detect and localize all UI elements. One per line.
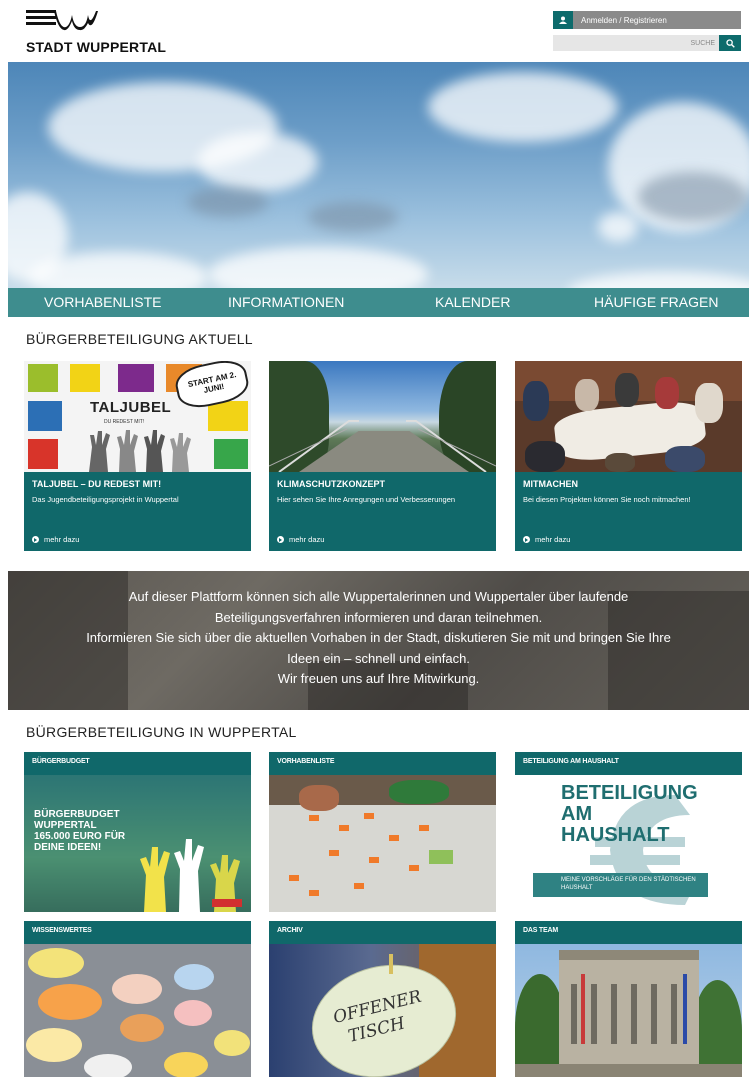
budget-line: BÜRGERBUDGET xyxy=(34,809,120,820)
haushalt-line: AM xyxy=(561,803,593,825)
viewing-platform-image xyxy=(269,361,496,472)
more-link[interactable]: mehr dazu xyxy=(277,535,324,544)
more-label: mehr dazu xyxy=(535,535,571,544)
offener-tisch-image: OFFENER TISCH xyxy=(269,944,496,1077)
workshop-photo-image xyxy=(515,361,742,472)
info-line: Wir freuen uns auf Ihre Mitwirkung. xyxy=(277,671,480,686)
card-title: KLIMASCHUTZKONZEPT xyxy=(277,479,385,489)
budget-line: WUPPERTAL xyxy=(34,820,97,831)
more-link[interactable]: mehr dazu xyxy=(32,535,79,544)
tile-label: BETEILIGUNG AM HAUSHALT xyxy=(515,752,742,775)
section-title-aktuell: BÜRGERBETEILIGUNG AKTUELL xyxy=(26,331,253,347)
card-title: MITMACHEN xyxy=(523,479,578,489)
tile-label: VORHABENLISTE xyxy=(269,752,496,775)
card-description: Hier sehen Sie Ihre Anregungen und Verbe… xyxy=(277,495,456,504)
tile-beteiligung-haushalt[interactable]: BETEILIGUNG AM HAUSHALT BETEILIGUNG AM H… xyxy=(515,752,742,912)
haushalt-line: BETEILIGUNG xyxy=(561,782,698,804)
main-navigation: VORHABENLISTE INFORMATIONEN KALENDER HÄU… xyxy=(8,288,749,317)
nav-item-haeufige-fragen[interactable]: HÄUFIGE FRAGEN xyxy=(594,294,718,310)
info-line: Ideen ein – schnell und einfach. xyxy=(287,650,470,666)
haushalt-subtext: MEINE VORSCHLÄGE FÜR DEN STÄDTISCHEN HAU… xyxy=(561,877,696,891)
notes-board-image xyxy=(24,944,251,1077)
arrow-circle-icon xyxy=(277,536,284,543)
nav-item-kalender[interactable]: KALENDER xyxy=(435,294,510,310)
buergerbudget-image: BÜRGERBUDGET WUPPERTAL 165.000 EURO FÜR … xyxy=(24,775,251,912)
more-label: mehr dazu xyxy=(289,535,325,544)
tile-label: WISSENSWERTES xyxy=(24,921,251,944)
card-description: Bei diesen Projekten können Sie noch mit… xyxy=(523,495,691,504)
search-input[interactable] xyxy=(559,35,719,51)
haushalt-line: HAUSHALT xyxy=(561,824,670,846)
search-button[interactable] xyxy=(719,35,741,51)
taljubel-poster-image: TALJUBEL DU REDEST MIT! START AM 2. JUNI… xyxy=(24,361,251,472)
info-line: Beteiligungsverfahren informieren und da… xyxy=(214,609,543,625)
poster-subtitle: DU REDEST MIT! xyxy=(104,419,145,425)
login-register-button[interactable]: Anmelden / Registrieren xyxy=(553,11,741,29)
nav-item-informationen[interactable]: INFORMATIONEN xyxy=(228,294,344,310)
more-link[interactable]: mehr dazu xyxy=(523,535,570,544)
info-line: Informieren Sie sich über die aktuellen … xyxy=(86,630,671,645)
tile-label: ARCHIV xyxy=(269,921,496,944)
card-taljubel[interactable]: TALJUBEL DU REDEST MIT! START AM 2. JUNI… xyxy=(24,361,251,551)
budget-line: DEINE IDEEN! xyxy=(34,842,102,853)
hands-icon xyxy=(89,430,191,472)
tile-das-team[interactable]: DAS TEAM xyxy=(515,921,742,1077)
haushalt-image: BETEILIGUNG AM HAUSHALT MEINE VORSCHLÄGE… xyxy=(515,775,742,912)
arrow-circle-icon xyxy=(523,536,530,543)
info-banner: Auf dieser Plattform können sich alle Wu… xyxy=(8,571,749,710)
search-bar xyxy=(553,35,741,51)
card-description: Das Jugendbeteiligungsprojekt in Wuppert… xyxy=(32,495,179,504)
tile-archiv[interactable]: ARCHIV OFFENER TISCH xyxy=(269,921,496,1077)
tile-label: BÜRGERBUDGET xyxy=(24,752,251,775)
town-hall-image xyxy=(515,944,742,1077)
card-mitmachen[interactable]: MITMACHEN Bei diesen Projekten können Si… xyxy=(515,361,742,551)
card-klimaschutzkonzept[interactable]: KLIMASCHUTZKONZEPT Hier sehen Sie Ihre A… xyxy=(269,361,496,551)
section-title-wuppertal: BÜRGERBETEILIGUNG IN WUPPERTAL xyxy=(26,724,297,740)
budget-line: 165.000 EURO FÜR xyxy=(34,831,126,842)
city-map-image xyxy=(269,775,496,912)
hero-sky-image xyxy=(8,62,749,288)
card-title: TALJUBEL – DU REDEST MIT! xyxy=(32,479,162,489)
info-line: Auf dieser Plattform können sich alle Wu… xyxy=(128,589,629,604)
nav-item-vorhabenliste[interactable]: VORHABENLISTE xyxy=(44,294,161,310)
poster-title: TALJUBEL xyxy=(90,399,172,416)
search-icon xyxy=(725,38,735,48)
user-icon xyxy=(553,11,573,29)
railing-graphic xyxy=(269,420,496,472)
wuppertal-logo-icon[interactable] xyxy=(26,9,98,31)
arrow-circle-icon xyxy=(32,536,39,543)
tile-wissenswertes[interactable]: WISSENSWERTES xyxy=(24,921,251,1077)
info-text: Auf dieser Plattform können sich alle Wu… xyxy=(8,587,749,690)
tile-buergerbudget[interactable]: BÜRGERBUDGET BÜRGERBUDGET WUPPERTAL 165.… xyxy=(24,752,251,912)
tile-label: DAS TEAM xyxy=(515,921,742,944)
tile-vorhabenliste[interactable]: VORHABENLISTE xyxy=(269,752,496,912)
more-label: mehr dazu xyxy=(44,535,80,544)
city-name: STADT WUPPERTAL xyxy=(26,39,167,55)
site-header: STADT WUPPERTAL Anmelden / Registrieren xyxy=(0,0,749,62)
login-label: Anmelden / Registrieren xyxy=(581,15,667,25)
map-markers-graphic xyxy=(289,813,453,896)
